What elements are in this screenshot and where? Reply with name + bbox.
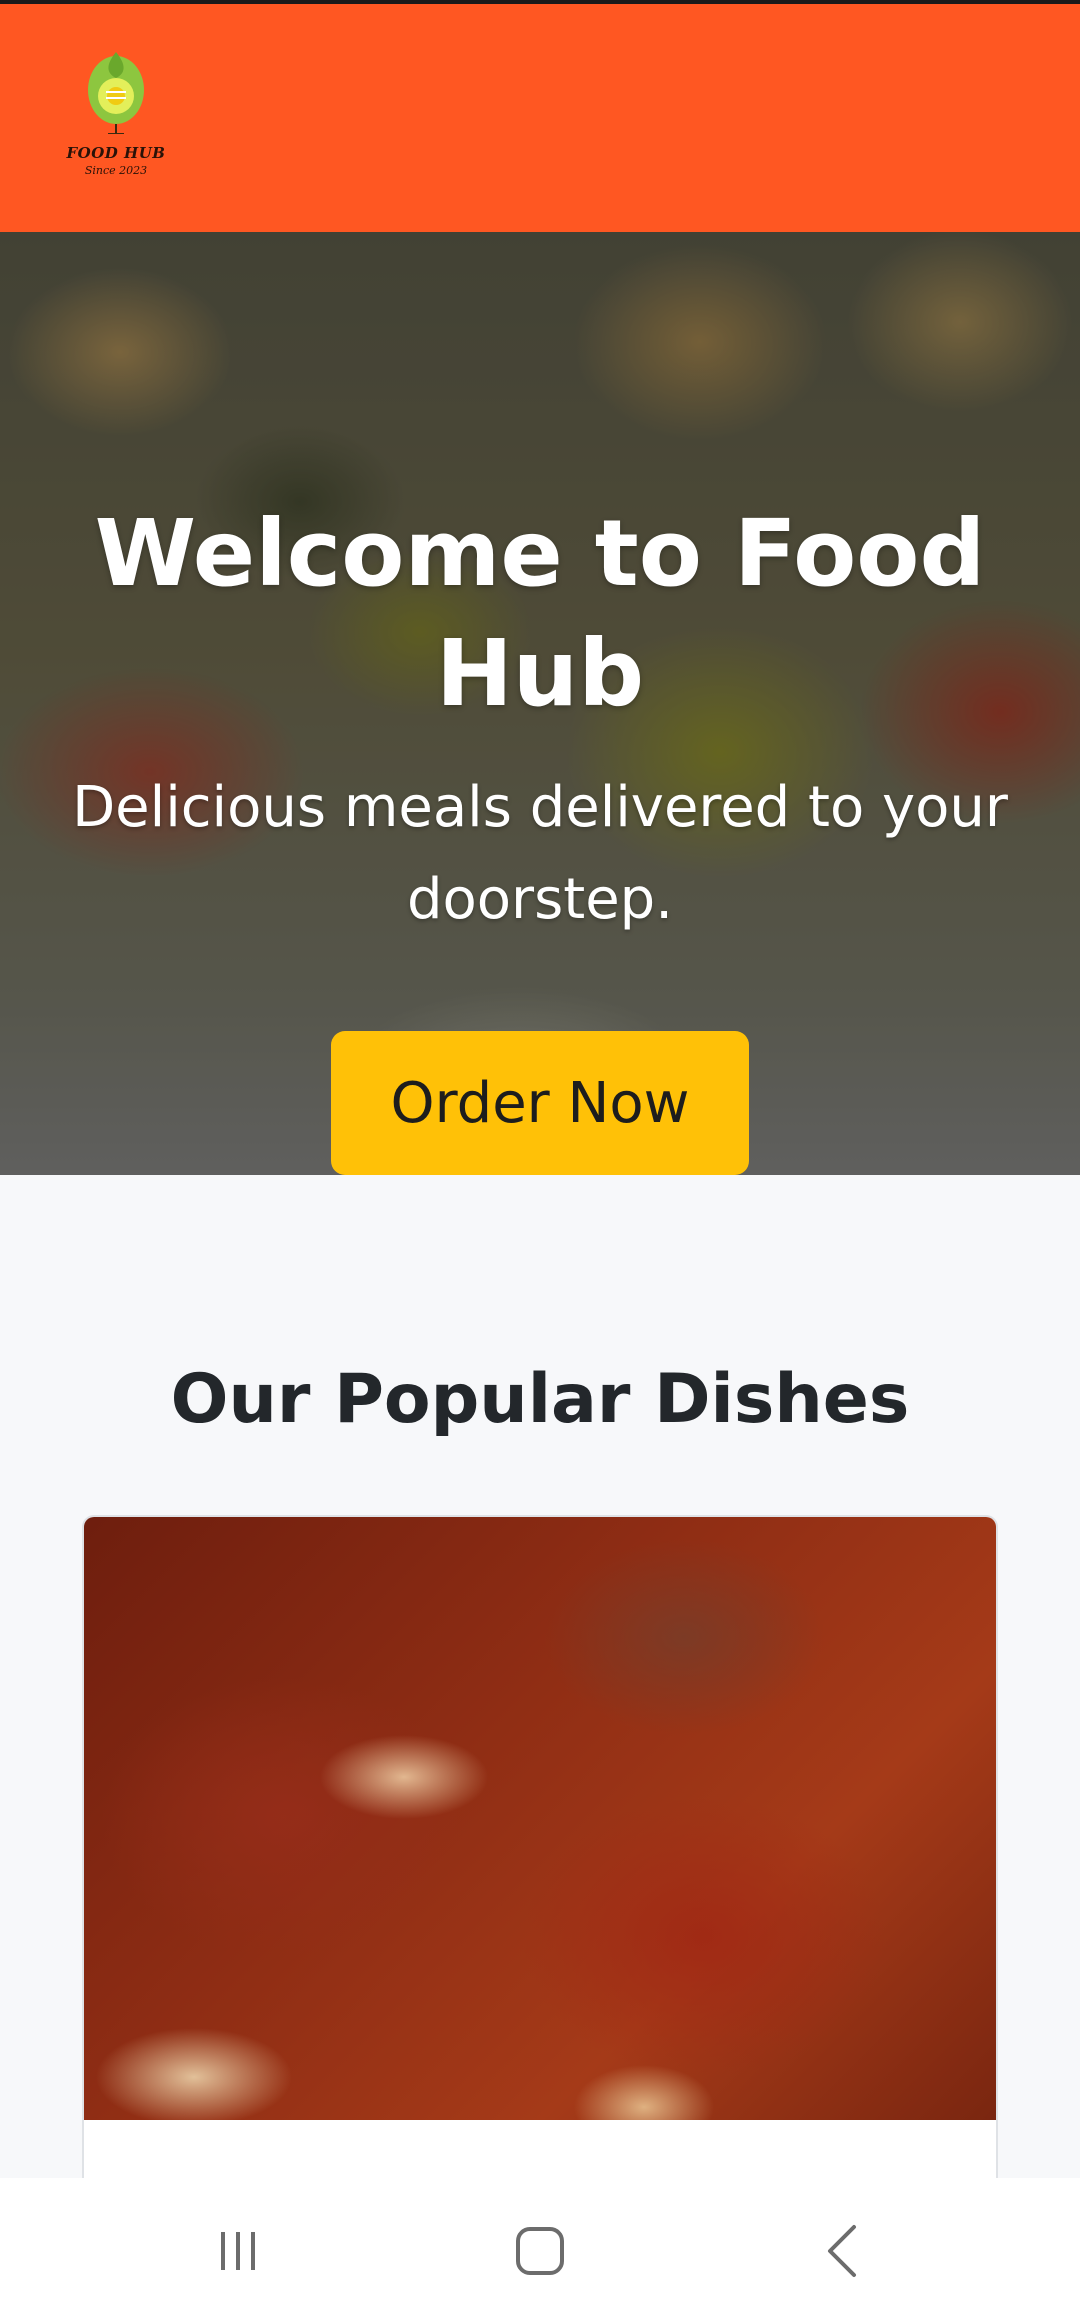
recents-icon xyxy=(221,2232,255,2270)
avocado-logo-icon xyxy=(88,52,144,134)
logo-title: FOOD HUB xyxy=(66,144,166,162)
android-nav-bar xyxy=(0,2178,1080,2324)
popular-dishes-title: Our Popular Dishes xyxy=(170,1360,910,1439)
home-icon xyxy=(516,2227,564,2275)
hero-banner: Welcome to Food Hub Delicious meals deli… xyxy=(0,232,1080,1175)
ribs-image xyxy=(84,1517,996,2120)
recents-button[interactable] xyxy=(183,2206,293,2296)
home-button[interactable] xyxy=(485,2206,595,2296)
back-icon xyxy=(828,2225,856,2277)
order-now-button[interactable]: Order Now xyxy=(331,1031,749,1175)
page: FOOD HUB Since 2023 Welcome to Food Hub … xyxy=(0,0,1080,2324)
hero-title: Welcome to Food Hub xyxy=(94,500,986,727)
hero-subtitle: Delicious meals delivered to your doorst… xyxy=(72,775,1008,932)
site-header: FOOD HUB Since 2023 xyxy=(0,4,1080,232)
food-hub-logo[interactable]: FOOD HUB Since 2023 xyxy=(64,48,168,188)
back-button[interactable] xyxy=(788,2206,898,2296)
logo-subtitle: Since 2023 xyxy=(84,164,148,177)
